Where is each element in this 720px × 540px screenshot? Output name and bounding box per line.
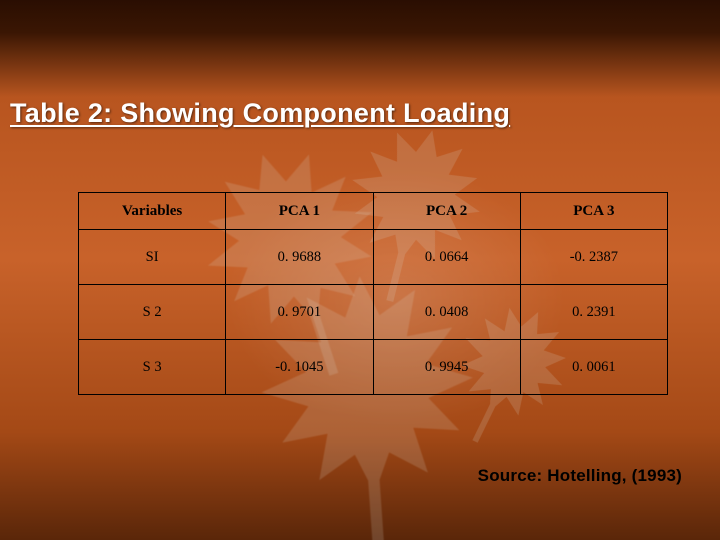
cell-value: 0. 0408	[373, 285, 520, 340]
table-row: SI 0. 9688 0. 0664 -0. 2387	[79, 230, 668, 285]
cell-variable: S 3	[79, 340, 226, 395]
data-table: Variables PCA 1 PCA 2 PCA 3 SI 0. 9688 0…	[78, 192, 668, 395]
table-row: S 2 0. 9701 0. 0408 0. 2391	[79, 285, 668, 340]
cell-value: -0. 1045	[226, 340, 373, 395]
cell-value: 0. 2391	[520, 285, 667, 340]
table-row: S 3 -0. 1045 0. 9945 0. 0061	[79, 340, 668, 395]
table-header-row: Variables PCA 1 PCA 2 PCA 3	[79, 193, 668, 230]
cell-value: 0. 9945	[373, 340, 520, 395]
col-header-pca3: PCA 3	[520, 193, 667, 230]
source-citation: Source: Hotelling, (1993)	[478, 466, 682, 486]
cell-value: -0. 2387	[520, 230, 667, 285]
col-header-pca2: PCA 2	[373, 193, 520, 230]
cell-variable: SI	[79, 230, 226, 285]
cell-variable: S 2	[79, 285, 226, 340]
cell-value: 0. 0664	[373, 230, 520, 285]
slide: Table 2: Showing Component Loading Varia…	[0, 0, 720, 540]
cell-value: 0. 9688	[226, 230, 373, 285]
col-header-variables: Variables	[79, 193, 226, 230]
cell-value: 0. 0061	[520, 340, 667, 395]
slide-title: Table 2: Showing Component Loading	[10, 98, 510, 129]
cell-value: 0. 9701	[226, 285, 373, 340]
col-header-pca1: PCA 1	[226, 193, 373, 230]
